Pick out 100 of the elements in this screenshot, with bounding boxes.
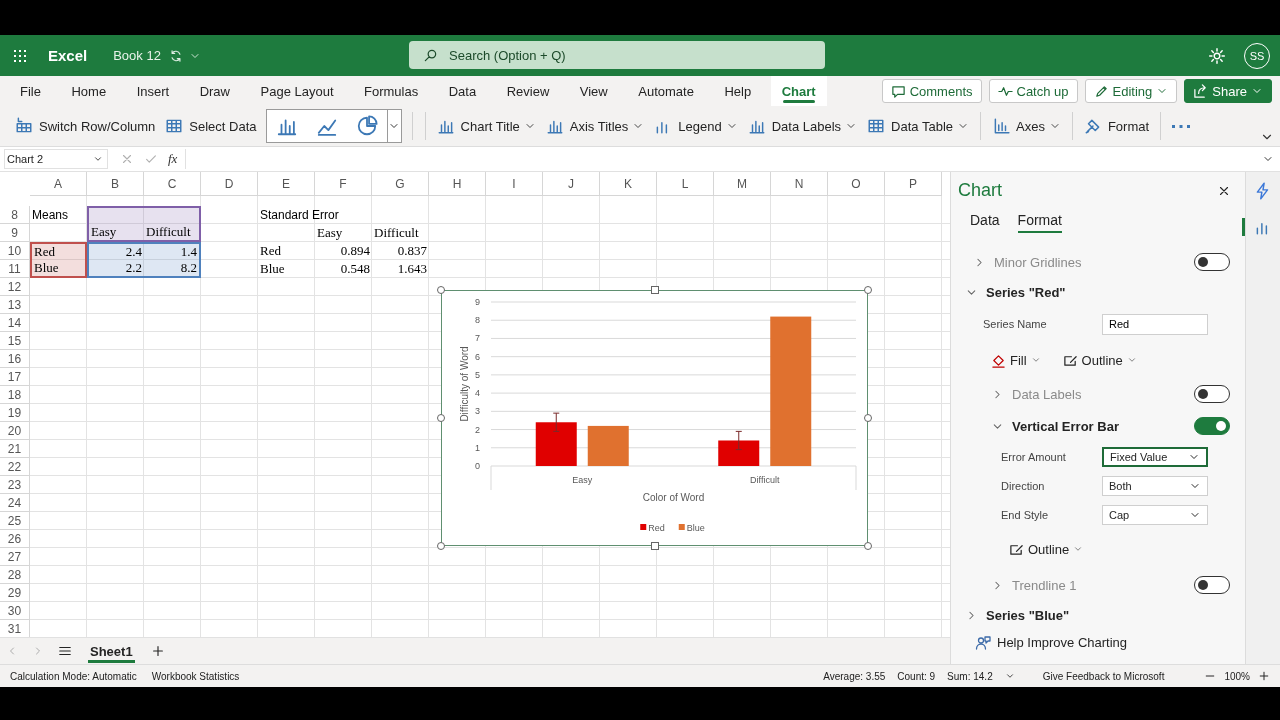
column-header[interactable]: P [885,172,942,196]
dropdown[interactable]: Cap [1102,504,1208,525]
ribbon-tab[interactable]: Page Layout [249,76,345,106]
resize-handle[interactable] [437,286,445,294]
ribbon-tab[interactable]: Automate [627,76,705,106]
file-name[interactable]: Book 12 [113,48,161,63]
resize-handle[interactable] [437,414,445,422]
format-button[interactable]: Fill [991,352,1041,368]
section-header[interactable]: Series "Blue" [986,607,1070,623]
resize-handle[interactable] [864,542,872,550]
toolbar-button[interactable]: Switch Row/Column [10,111,161,141]
ribbon-tab[interactable]: Draw [188,76,241,106]
dropdown[interactable]: Both [1102,475,1208,496]
add-sheet-icon[interactable] [150,644,165,658]
row-header[interactable]: 25 [0,512,30,530]
ribbon-tab[interactable]: Review [495,76,561,106]
ribbon-tab[interactable]: File [9,76,52,106]
toolbar-button[interactable]: Comments [881,79,982,103]
row-header[interactable]: 21 [0,440,30,458]
column-header[interactable]: H [429,172,486,196]
ribbon-tab[interactable]: Data [437,76,488,106]
toggle-switch[interactable] [1194,385,1230,403]
row-header[interactable]: 20 [0,422,30,440]
toolbar-button[interactable]: Axes [987,111,1066,141]
column-header[interactable]: M [714,172,771,196]
toolbar-button[interactable]: Legend [649,111,743,141]
ribbon-tab[interactable]: Formulas [353,76,430,106]
dropdown[interactable]: Fixed Value [1102,446,1208,467]
pie-chart-icon[interactable] [355,115,378,137]
ribbon-tab[interactable]: Help [713,76,763,106]
menu-icon[interactable] [58,644,72,658]
format-button[interactable]: Outline [1009,541,1084,557]
column-header[interactable]: J [543,172,600,196]
row-header[interactable]: 24 [0,494,30,512]
toolbar-button[interactable]: Chart Title [431,111,541,141]
row-header[interactable]: 11 [0,260,30,278]
toggle-switch[interactable] [1194,417,1230,435]
row-header[interactable]: 14 [0,314,30,332]
ribbon-tab[interactable]: Home [60,76,118,106]
row-header[interactable]: 16 [0,350,30,368]
row-header[interactable]: 18 [0,386,30,404]
caret-icon[interactable] [1004,671,1015,681]
row-header[interactable]: 13 [0,296,30,314]
insert-function-button[interactable]: fx [168,151,178,167]
column-header[interactable]: A [30,172,87,196]
app-launcher-icon[interactable] [12,47,28,64]
toolbar-button[interactable]: Data Labels [742,111,863,141]
row-header[interactable]: 15 [0,332,30,350]
toolbar-button[interactable]: Format [1078,111,1155,141]
toolbar-button[interactable]: Editing [1084,79,1178,103]
feedback-link[interactable]: Give Feedback to Microsoft [1042,670,1165,682]
column-header[interactable]: L [657,172,714,196]
toggle-switch[interactable] [1194,576,1230,594]
panel-tab[interactable]: Format [1017,207,1062,234]
settings-icon[interactable] [1208,46,1226,65]
toolbar-button[interactable]: Axis Titles [540,111,650,141]
resize-handle[interactable] [864,414,872,422]
column-header[interactable]: O [828,172,885,196]
sheet-tab[interactable]: Sheet1 [86,637,137,664]
column-header[interactable]: N [771,172,828,196]
row-header[interactable]: 27 [0,548,30,566]
zoom-level[interactable]: 100% [1224,670,1250,682]
row-header[interactable]: 22 [0,458,30,476]
row-header[interactable]: 23 [0,476,30,494]
toolbar-button[interactable]: Catch up [988,79,1078,103]
column-header[interactable]: I [486,172,543,196]
resize-handle[interactable] [437,542,445,550]
ribbon-tab[interactable]: Chart [770,76,827,106]
toolbar-button[interactable]: Data Table [862,111,974,141]
ribbon-tab[interactable]: View [568,76,619,106]
status-link[interactable]: Workbook Statistics [151,670,240,682]
input-field[interactable]: Red [1102,313,1208,335]
column-header[interactable]: D [201,172,258,196]
expand-button[interactable] [386,110,401,142]
row-header[interactable]: 9 [0,224,30,242]
section-header[interactable]: Series "Red" [986,284,1066,300]
column-header[interactable]: K [600,172,657,196]
column-header[interactable]: F [315,172,372,196]
row-header[interactable]: 29 [0,584,30,602]
zoom-in-icon[interactable] [1258,670,1270,682]
panel-tab[interactable]: Data [970,207,1000,234]
name-box[interactable]: Chart 2 [4,149,108,169]
feedback-icon[interactable] [975,634,991,651]
format-button[interactable]: Outline [1062,352,1137,368]
row-header[interactable]: 17 [0,368,30,386]
row-header[interactable]: 28 [0,566,30,584]
toolbar-button[interactable]: Share [1184,79,1272,103]
ribbon-tab[interactable]: Insert [125,76,181,106]
check-icon[interactable] [144,152,158,166]
row-header[interactable]: 26 [0,530,30,548]
toggle-switch[interactable] [1194,253,1230,271]
column-header[interactable]: B [87,172,144,196]
column-header[interactable]: E [258,172,315,196]
search-field[interactable]: Search (Option + Q) [409,41,825,69]
row-header[interactable]: 12 [0,278,30,296]
column-header[interactable]: C [144,172,201,196]
column-header[interactable]: G [372,172,429,196]
row-header[interactable]: 8 [0,206,30,224]
resize-handle[interactable] [650,286,659,294]
resize-handle[interactable] [650,542,659,550]
